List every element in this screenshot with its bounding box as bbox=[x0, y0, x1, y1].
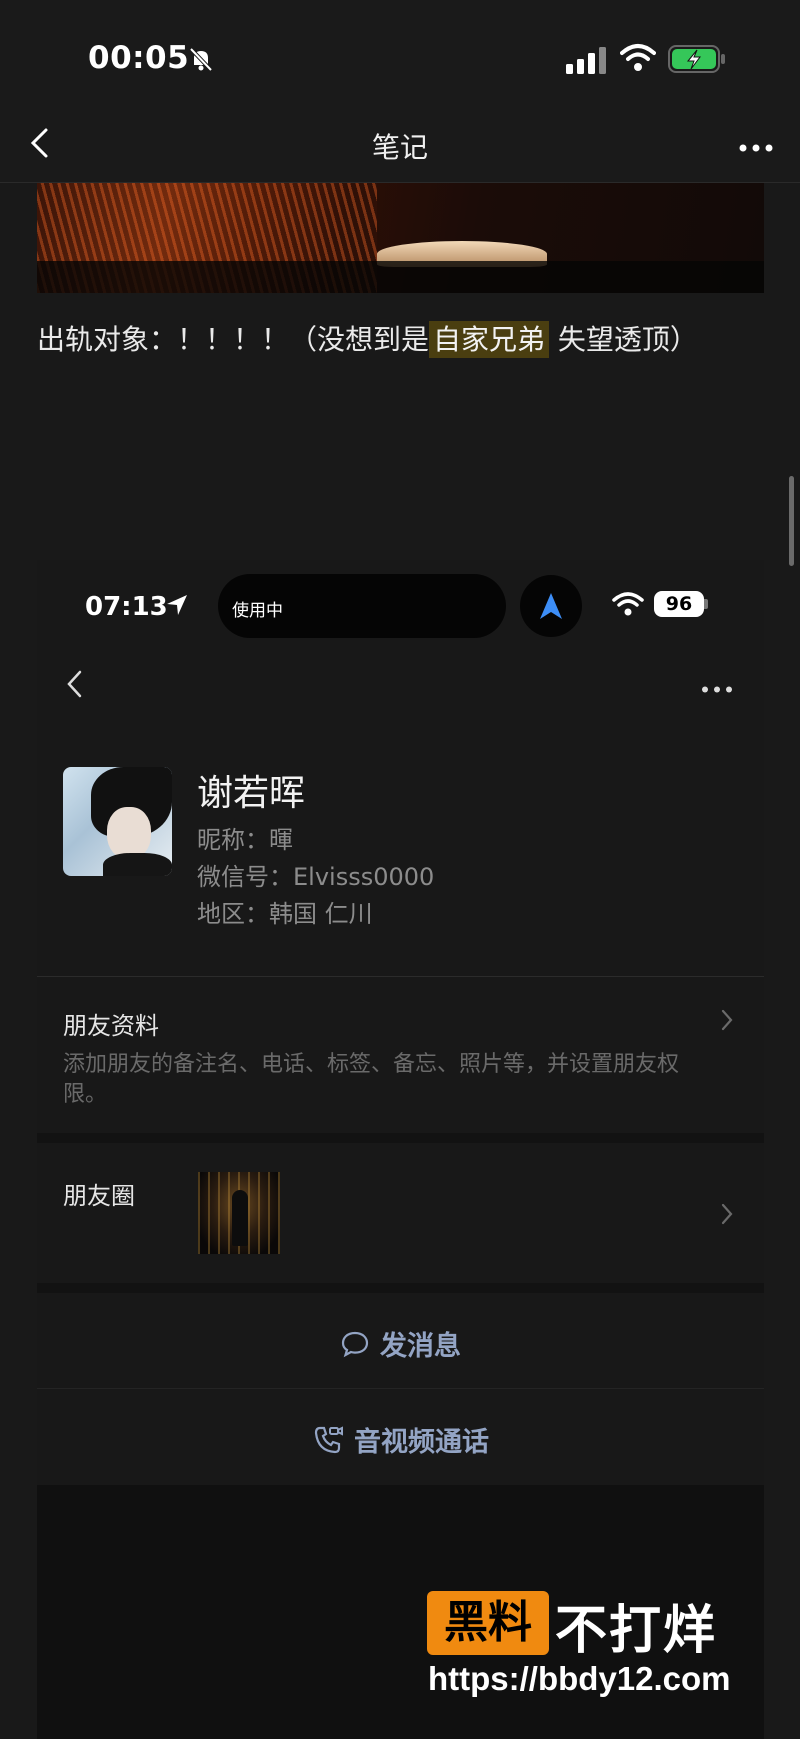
moments-title[interactable]: 朋友圈 bbox=[63, 1176, 135, 1211]
embedded-status-time: 07:13 bbox=[85, 592, 168, 622]
video-call-button[interactable]: 音视频通话 bbox=[37, 1420, 764, 1463]
profile-name: 谢若晖 bbox=[197, 773, 306, 814]
battery-charging-icon bbox=[668, 43, 728, 75]
send-message-button[interactable]: 发消息 bbox=[37, 1324, 764, 1365]
profile-wechat-id: 微信号：Elvisss0000 bbox=[197, 863, 435, 891]
section-gap bbox=[37, 1133, 764, 1143]
chat-bubble-icon bbox=[340, 1330, 370, 1365]
wifi-icon bbox=[620, 42, 656, 74]
chevron-right-icon[interactable] bbox=[720, 1008, 734, 1032]
watermark-logo: 黑料 bbox=[427, 1591, 549, 1655]
location-arrow-icon bbox=[164, 592, 190, 618]
dynamic-island-text: 使用中 bbox=[232, 601, 283, 621]
friend-info-desc: 添加朋友的备注名、电话、标签、备忘、照片等，并设置朋友权限。 bbox=[63, 1052, 680, 1107]
phone-video-icon bbox=[312, 1424, 344, 1463]
navigation-icon bbox=[520, 575, 582, 637]
status-time: 00:05 bbox=[88, 40, 190, 76]
video-call-label: 音视频通话 bbox=[354, 1427, 489, 1458]
divider bbox=[37, 1388, 764, 1389]
embedded-battery: 96 bbox=[654, 591, 704, 617]
section-gap bbox=[37, 1283, 764, 1293]
note-photo[interactable] bbox=[37, 183, 764, 293]
moments-thumbnail[interactable] bbox=[198, 1172, 280, 1254]
profile-nickname: 昵称：暉 bbox=[197, 826, 293, 854]
caption-text: 出轨对象：！！！！（没想到是 bbox=[37, 323, 430, 356]
embedded-wifi-icon bbox=[612, 591, 644, 617]
caption-highlight: 自家兄弟 bbox=[429, 321, 550, 358]
profile-region: 地区：韩国 仁川 bbox=[197, 900, 373, 928]
more-options-icon[interactable] bbox=[738, 138, 774, 152]
embedded-more-icon[interactable] bbox=[700, 679, 734, 693]
note-caption: 出轨对象：！！！！（没想到是 自家兄弟 失望透顶） bbox=[37, 318, 698, 358]
divider bbox=[37, 976, 764, 977]
page-title: 笔记 bbox=[371, 131, 428, 164]
cellular-signal-icon bbox=[566, 46, 610, 74]
chevron-right-icon[interactable] bbox=[720, 1202, 734, 1226]
watermark-text: 不打烊 bbox=[555, 1601, 718, 1661]
avatar[interactable] bbox=[63, 767, 172, 876]
friend-info-title[interactable]: 朋友资料 bbox=[63, 1006, 159, 1041]
bell-muted-icon bbox=[186, 44, 216, 74]
battery-cap bbox=[704, 599, 708, 609]
caption-text-end: 失望透顶） bbox=[549, 323, 698, 356]
embedded-back-icon[interactable] bbox=[64, 668, 84, 700]
scrollbar[interactable] bbox=[789, 476, 794, 566]
watermark-url: https://bbdy12.com bbox=[428, 1660, 731, 1697]
send-message-label: 发消息 bbox=[380, 1331, 461, 1362]
